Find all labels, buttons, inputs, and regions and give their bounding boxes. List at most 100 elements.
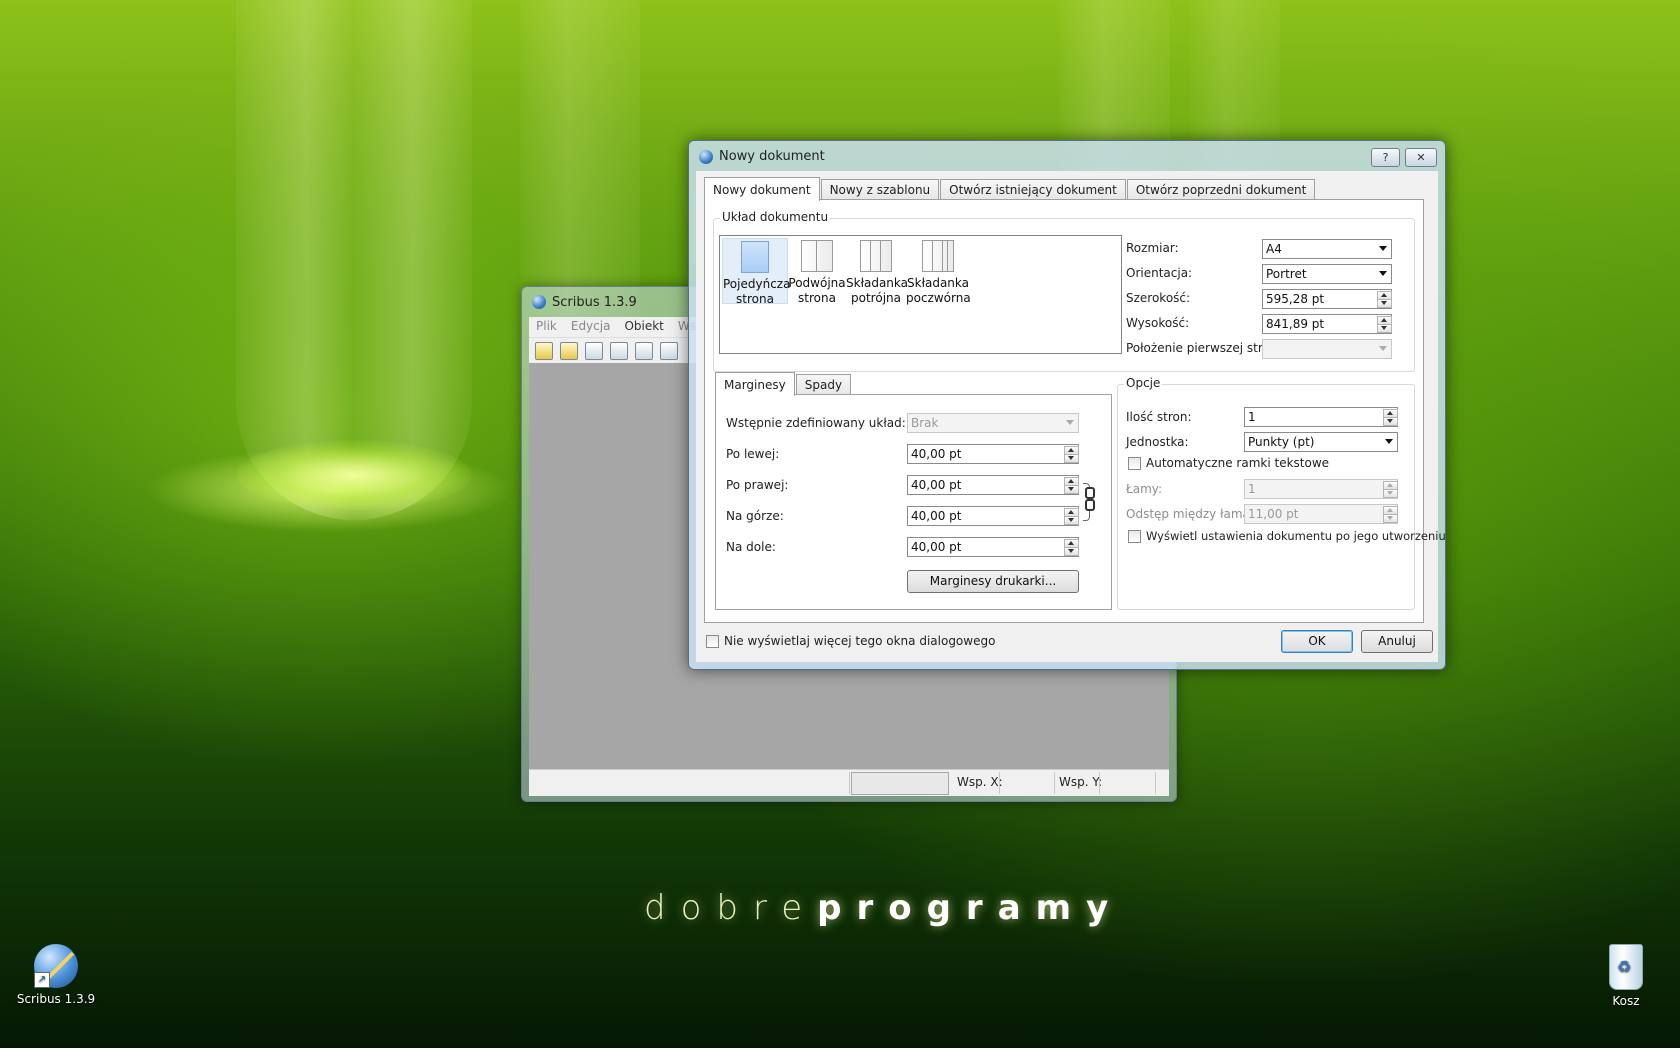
link-margins-icon[interactable] <box>1085 499 1095 511</box>
scribus-app-icon <box>532 295 546 309</box>
dialog-client-area: Nowy dokument Nowy z szablonu Otwórz ist… <box>696 171 1446 662</box>
status-y-label: Wsp. Y: <box>1059 775 1103 789</box>
ok-button[interactable]: OK <box>1281 630 1353 653</box>
main-window-title: Scribus 1.3.9 <box>552 294 637 310</box>
height-label: Wysokość: <box>1126 316 1190 330</box>
layout-double-page[interactable]: Podwójna strona <box>788 238 846 305</box>
help-button[interactable]: ? <box>1371 148 1400 167</box>
wallpaper-brand: dobreprogramy <box>644 888 1124 928</box>
scribus-app-icon <box>699 149 713 164</box>
spin-down-button[interactable] <box>1383 489 1398 498</box>
close-button[interactable]: ✕ <box>1405 148 1437 167</box>
gap-spinbox[interactable]: 11,00 pt <box>1244 504 1398 524</box>
single-page-icon <box>741 241 769 273</box>
tab-marginesy[interactable]: Marginesy <box>715 372 795 396</box>
spin-down-button[interactable] <box>1064 516 1079 525</box>
size-label: Rozmiar: <box>1126 241 1179 255</box>
show-settings-checkbox[interactable] <box>1128 530 1141 543</box>
show-settings-label: Wyświetl ustawienia dokumentu po jego ut… <box>1146 529 1446 543</box>
close-document-icon[interactable] <box>610 342 628 360</box>
recycle-bin-icon <box>1609 944 1643 990</box>
width-spinbox[interactable]: 595,28 pt <box>1262 289 1392 309</box>
desktop-icon-label: Kosz <box>1612 994 1640 1008</box>
chevron-down-icon <box>1379 346 1387 351</box>
margin-right-label: Po prawej: <box>726 478 789 492</box>
spin-down-button[interactable] <box>1064 547 1079 556</box>
spin-down-button[interactable] <box>1064 485 1079 494</box>
open-folder-icon[interactable] <box>560 342 578 360</box>
main-tabs: Nowy dokument Nowy z szablonu Otwórz ist… <box>704 177 1316 203</box>
pages-label: Ilość stron: <box>1126 410 1192 424</box>
columns-label: Łamy: <box>1126 482 1163 496</box>
main-statusbar: Wsp. X: Wsp. Y: <box>529 769 1169 796</box>
status-separator <box>1155 772 1156 794</box>
height-spinbox[interactable]: 841,89 pt <box>1262 314 1392 334</box>
tab-nowy-dokument[interactable]: Nowy dokument <box>704 177 820 201</box>
preflight-icon[interactable] <box>660 342 678 360</box>
save-icon[interactable] <box>585 342 603 360</box>
preset-select[interactable]: Brak <box>907 413 1079 433</box>
print-icon[interactable] <box>635 342 653 360</box>
shortcut-arrow-icon: ↗ <box>34 972 50 988</box>
menu-edycja[interactable]: Edycja <box>564 317 618 337</box>
size-select[interactable]: A4 <box>1262 239 1392 259</box>
menu-plik[interactable]: Plik <box>529 317 564 337</box>
margin-bottom-spinbox[interactable]: 40,00 pt <box>907 537 1079 557</box>
auto-frames-label: Automatyczne ramki tekstowe <box>1146 456 1330 470</box>
auto-frames-checkbox[interactable] <box>1128 457 1141 470</box>
new-document-dialog[interactable]: Nowy dokument ? ✕ Nowy dokument Nowy z s… <box>688 140 1446 670</box>
margin-bottom-label: Na dole: <box>726 540 776 554</box>
pages-spinbox[interactable]: 1 <box>1244 407 1398 427</box>
margin-top-label: Na górze: <box>726 509 784 523</box>
spin-down-button[interactable] <box>1383 514 1398 523</box>
new-document-panel: Układ dokumentu Pojedyńcza strona Podwój… <box>704 199 1446 623</box>
new-document-icon[interactable] <box>535 342 553 360</box>
margins-panel: Wstępnie zdefiniowany układ: Brak Po lew… <box>715 394 1112 610</box>
first-page-select[interactable] <box>1262 339 1392 359</box>
spin-down-button[interactable] <box>1377 299 1392 308</box>
spin-down-button[interactable] <box>1377 324 1392 333</box>
dont-show-again-label: Nie wyświetlaj więcej tego okna dialogow… <box>724 634 996 648</box>
unit-label: Jednostka: <box>1126 435 1189 449</box>
width-label: Szerokość: <box>1126 291 1191 305</box>
layout-4-fold[interactable]: Składanka poczwórna <box>906 238 971 305</box>
unit-select[interactable]: Punkty (pt) <box>1244 432 1398 452</box>
layout-group: Układ dokumentu Pojedyńcza strona Podwój… <box>713 210 1415 372</box>
margin-left-spinbox[interactable]: 40,00 pt <box>907 444 1079 464</box>
layout-single-page[interactable]: Pojedyńcza strona <box>722 238 790 306</box>
dont-show-again-checkbox[interactable] <box>706 635 719 648</box>
menu-obiekt[interactable]: Obiekt <box>617 317 670 337</box>
chevron-down-icon <box>1385 439 1393 444</box>
columns-spinbox[interactable]: 1 <box>1244 479 1398 499</box>
spin-down-button[interactable] <box>1383 417 1398 426</box>
double-page-icon <box>801 240 833 272</box>
dialog-title: Nowy dokument <box>719 149 825 164</box>
options-group: Opcje Ilość stron: 1 Jednostka: Punkty (… <box>1117 376 1446 610</box>
quad-fold-icon <box>922 240 954 272</box>
options-group-title: Opcje <box>1124 376 1163 390</box>
margin-tabs: Marginesy Spady <box>715 372 852 398</box>
status-separator <box>849 772 850 794</box>
cancel-button[interactable]: Anuluj <box>1361 630 1433 653</box>
layout-3-fold[interactable]: Składanka potrójna <box>846 238 908 305</box>
dialog-titlebar[interactable]: Nowy dokument <box>699 149 825 164</box>
orientation-select[interactable]: Portret <box>1262 264 1392 284</box>
desktop-icon-recycle-bin[interactable]: Kosz <box>1600 944 1652 1008</box>
margin-top-spinbox[interactable]: 40,00 pt <box>907 506 1079 526</box>
orientation-label: Orientacja: <box>1126 266 1193 280</box>
chevron-down-icon <box>1066 420 1074 425</box>
spin-down-button[interactable] <box>1064 454 1079 463</box>
desktop-icon-scribus[interactable]: ↗ Scribus 1.3.9 <box>14 944 98 1006</box>
printer-margins-button[interactable]: Marginesy drukarki... <box>907 570 1079 593</box>
margin-left-label: Po lewej: <box>726 447 780 461</box>
layout-selector[interactable]: Pojedyńcza strona Podwójna strona Składa… <box>719 235 1122 354</box>
triple-fold-icon <box>860 240 892 272</box>
status-x-label: Wsp. X: <box>957 775 1003 789</box>
desktop-icon-label: Scribus 1.3.9 <box>16 992 96 1006</box>
layout-group-title: Układ dokumentu <box>720 210 831 224</box>
status-separator <box>999 772 1000 794</box>
status-separator <box>1099 772 1100 794</box>
margin-right-spinbox[interactable]: 40,00 pt <box>907 475 1079 495</box>
status-progress-field <box>851 772 949 795</box>
link-margins-icon[interactable] <box>1085 487 1095 499</box>
